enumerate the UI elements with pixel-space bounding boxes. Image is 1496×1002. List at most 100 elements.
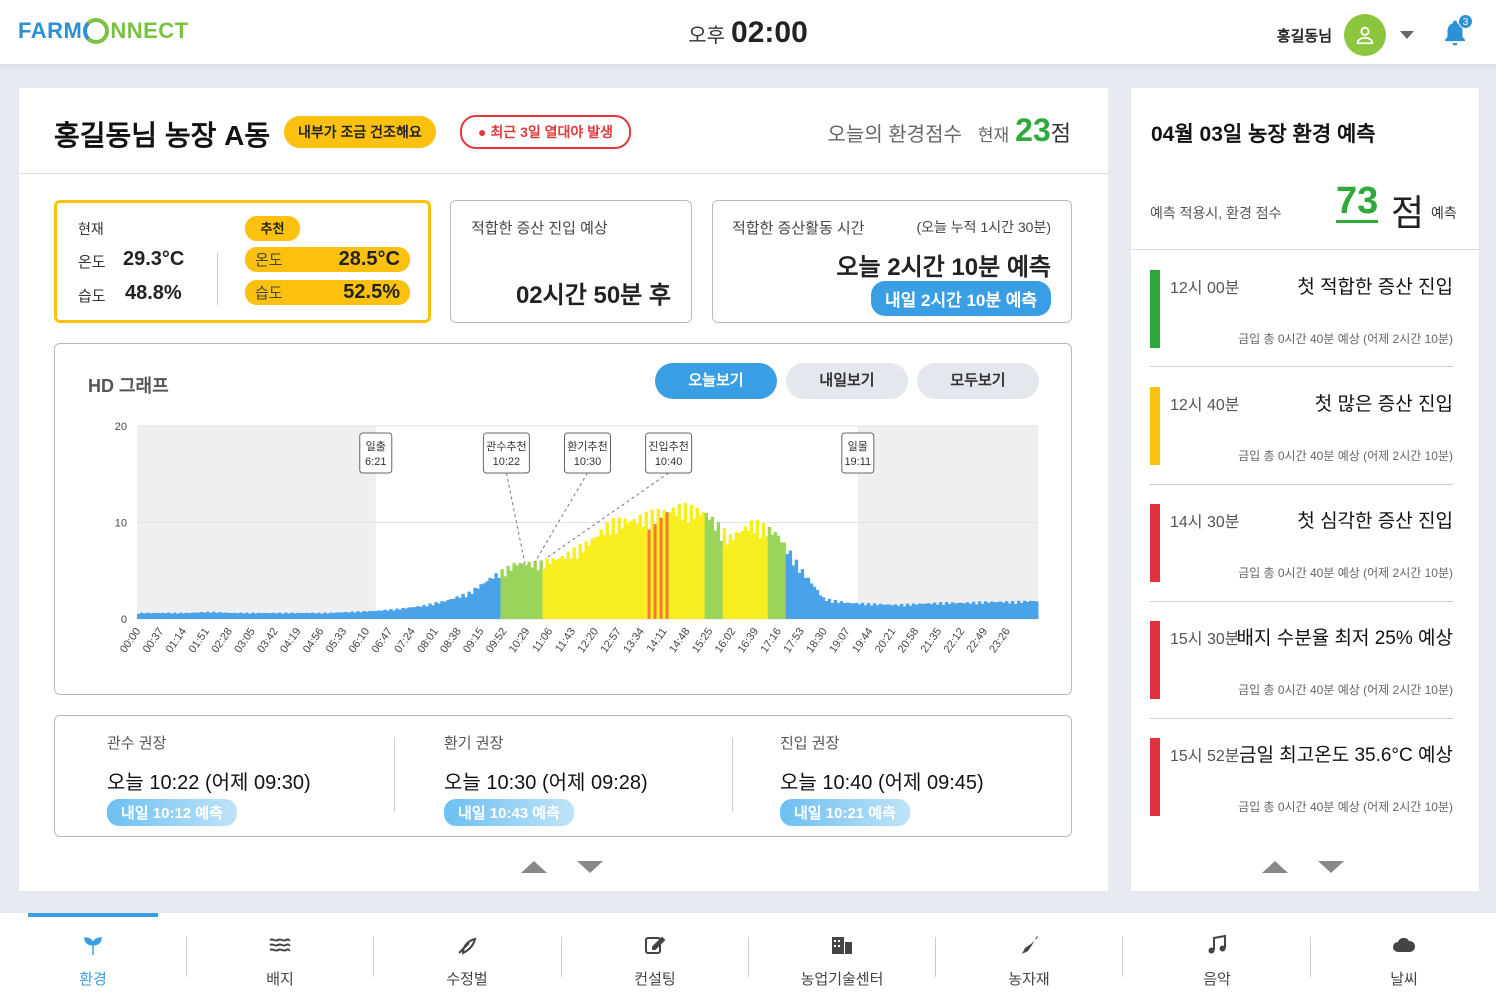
chart-bar — [323, 612, 327, 619]
forecast-event[interactable]: 12시 00분 첫 적합한 증산 진입 금입 총 0시간 40분 예상 (어제 … — [1150, 270, 1453, 350]
chart-bar — [773, 531, 778, 619]
chart-bar — [497, 577, 501, 619]
chart-bar — [668, 512, 672, 619]
chart-bar — [638, 514, 642, 619]
nav-agri-tech-center[interactable]: 농업기술센터 — [777, 913, 907, 1002]
x-tick-label: 06:10 — [347, 626, 373, 655]
user-menu[interactable]: 홍길동님 — [1277, 14, 1414, 56]
avatar[interactable] — [1344, 14, 1386, 56]
chart-bar — [206, 611, 210, 619]
entry-recommendation: 진입 권장 오늘 10:40 (어제 09:45) 내일 10:21 예측 — [780, 716, 1071, 836]
chart-bar — [890, 605, 895, 619]
divider — [1122, 937, 1123, 977]
nav-weather[interactable]: 날씨 — [1339, 913, 1469, 1002]
x-tick-label: 10:29 — [507, 626, 533, 655]
recommend-badge: 추천 — [245, 216, 300, 241]
chart-bar — [431, 605, 435, 619]
x-tick-label: 06:47 — [370, 626, 396, 655]
chart-bar — [983, 601, 988, 619]
forecast-event[interactable]: 14시 30분 첫 심각한 증산 진입 금입 총 0시간 40분 예상 (어제 … — [1150, 504, 1453, 584]
chart-bar — [212, 611, 216, 619]
chart-bar — [398, 609, 402, 619]
chart-bar — [491, 578, 495, 619]
nav-farm-supplies[interactable]: 농자재 — [964, 913, 1094, 1002]
chart-bar — [584, 541, 588, 619]
annotation-time: 6:21 — [365, 456, 386, 468]
chart-bar — [533, 560, 537, 619]
chart-bar — [902, 606, 907, 619]
annotation-time: 19:11 — [844, 456, 871, 468]
scroll-up-icon[interactable] — [1262, 861, 1288, 873]
chart-bar — [332, 612, 336, 619]
chart-bar — [554, 559, 558, 619]
chart-bar — [308, 613, 312, 619]
annotation-time: 10:40 — [655, 456, 683, 468]
chart-bar — [614, 533, 618, 619]
chart-bar — [515, 565, 519, 619]
scroll-down-icon[interactable] — [577, 861, 603, 873]
chart-bar — [701, 512, 706, 619]
forecast-event[interactable]: 15시 52분 금일 최고온도 35.6°C 예상 금입 총 0시간 40분 예… — [1150, 738, 1453, 818]
chart-bar — [578, 543, 582, 619]
divider — [186, 937, 187, 977]
x-tick-label: 03:05 — [232, 626, 258, 655]
hd-chart: 0 10 20 00:0000:3701:1401:5102:2803:0503:42… — [115, 421, 1039, 655]
chart-bar — [164, 613, 168, 619]
chart-bar — [296, 612, 300, 619]
chart-bar — [647, 529, 651, 619]
chart-bar — [851, 603, 856, 619]
chart-bar — [767, 527, 772, 619]
chart-bar — [590, 538, 594, 619]
chart-bar — [929, 604, 934, 619]
chart-bar — [749, 520, 754, 619]
x-tick-label: 09:52 — [484, 626, 510, 655]
chart-bar — [959, 602, 964, 619]
notification-bell[interactable]: 3 — [1440, 14, 1473, 48]
chart-bar — [560, 556, 564, 619]
chart-bar — [746, 530, 751, 619]
chart-bar — [848, 603, 853, 619]
chart-bar — [314, 613, 318, 619]
chart-bar — [506, 565, 510, 619]
annotation-label: 진입추천 — [648, 439, 688, 453]
chart-bar — [161, 612, 165, 619]
chart-bar — [170, 613, 174, 619]
chart-bar — [500, 569, 504, 619]
chart-bar — [251, 612, 255, 619]
chart-bar — [428, 603, 432, 619]
chart-bar — [485, 581, 489, 619]
nav-consulting[interactable]: 컨설팅 — [590, 913, 720, 1002]
entry-forecast-card: 적합한 증산 진입 예상 02시간 50분 후 — [450, 200, 692, 323]
chart-bar — [725, 544, 730, 619]
chart-bar — [593, 537, 597, 619]
chart-bar — [659, 517, 663, 619]
chart-bar — [152, 612, 156, 619]
nav-music[interactable]: 음악 — [1152, 913, 1282, 1002]
fire-icon: ● — [478, 124, 487, 140]
chart-bar — [335, 612, 339, 619]
x-tick-label: 15:25 — [690, 626, 716, 655]
chevron-down-icon[interactable] — [1400, 31, 1414, 39]
chart-bar — [224, 612, 228, 619]
nav-bumblebee[interactable]: 수정벌 — [402, 913, 532, 1002]
divider — [1150, 366, 1453, 367]
chart-bar — [518, 563, 522, 619]
forecast-event[interactable]: 15시 30분 배지 수분율 최저 25% 예상 금입 총 0시간 40분 예상… — [1150, 621, 1453, 701]
chart-bar — [899, 603, 904, 619]
chart-bar — [995, 602, 1000, 619]
chart-bar — [380, 610, 384, 619]
nav-environment[interactable]: 환경 — [28, 913, 158, 1002]
chart-bar — [989, 601, 994, 619]
current-humidity: 48.8% — [125, 282, 182, 304]
chart-bar — [620, 528, 624, 619]
chart-bar — [467, 591, 471, 619]
forecast-event[interactable]: 12시 40분 첫 많은 증산 진입 금입 총 0시간 40분 예상 (어제 2… — [1150, 387, 1453, 467]
scroll-up-icon[interactable] — [521, 861, 547, 873]
x-tick-label: 17:16 — [758, 626, 784, 655]
current-temp: 29.3°C — [123, 248, 185, 270]
ventilation-recommendation: 환기 권장 오늘 10:30 (어제 09:28) 내일 10:43 예측 — [444, 716, 744, 836]
chart-bar — [548, 564, 552, 619]
scroll-down-icon[interactable] — [1318, 861, 1344, 873]
nav-substrate[interactable]: 배지 — [215, 913, 345, 1002]
chart-bar — [803, 577, 808, 619]
